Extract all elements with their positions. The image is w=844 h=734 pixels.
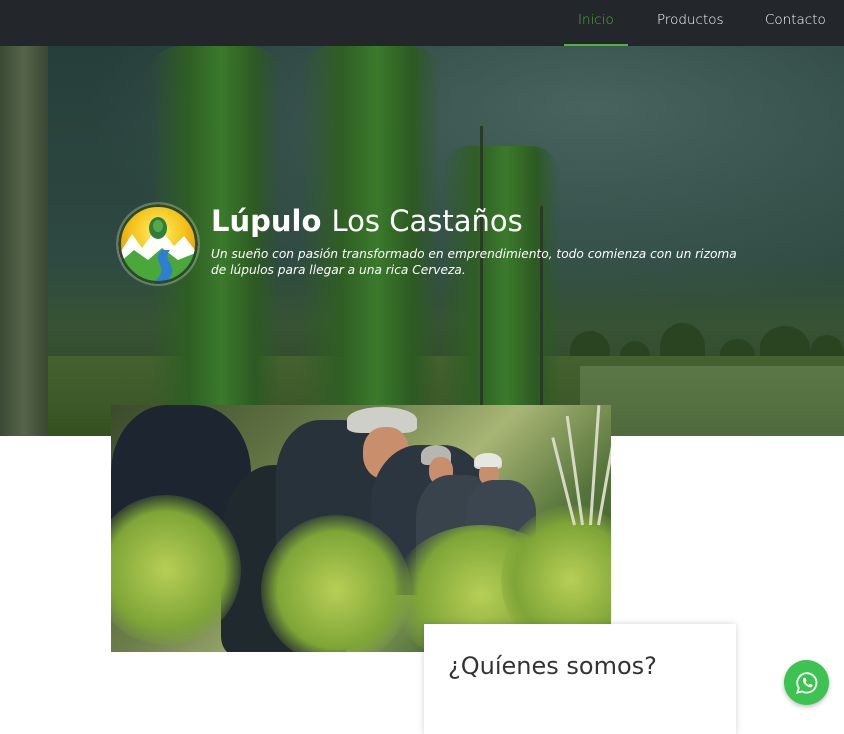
hop-pole [540,206,543,426]
nav-item-contacto[interactable]: Contacto [765,0,826,46]
whatsapp-button[interactable] [784,660,829,705]
hop-mountain-logo-icon [118,204,198,284]
team-photo [111,405,611,652]
hero-tree-trunk [0,46,48,436]
hero-subtitle: Un sueño con pasión transformado en empr… [211,247,737,277]
nav-item-inicio[interactable]: Inicio [564,0,628,46]
about-title: ¿Quíenes somos? [448,652,657,680]
brand-logo [118,204,198,284]
navbar: Inicio Productos Contacto [0,0,844,46]
hero-title-light: Los Castaños [331,204,523,238]
nav-item-productos[interactable]: Productos [657,0,724,46]
hero-title-bold: Lúpulo [211,204,322,238]
hero-title: Lúpulo Los Castaños [211,204,523,238]
hop-plant [300,46,440,436]
whatsapp-icon [795,671,817,694]
about-card: ¿Quíenes somos? [424,624,736,734]
hero-meadow [580,366,844,436]
